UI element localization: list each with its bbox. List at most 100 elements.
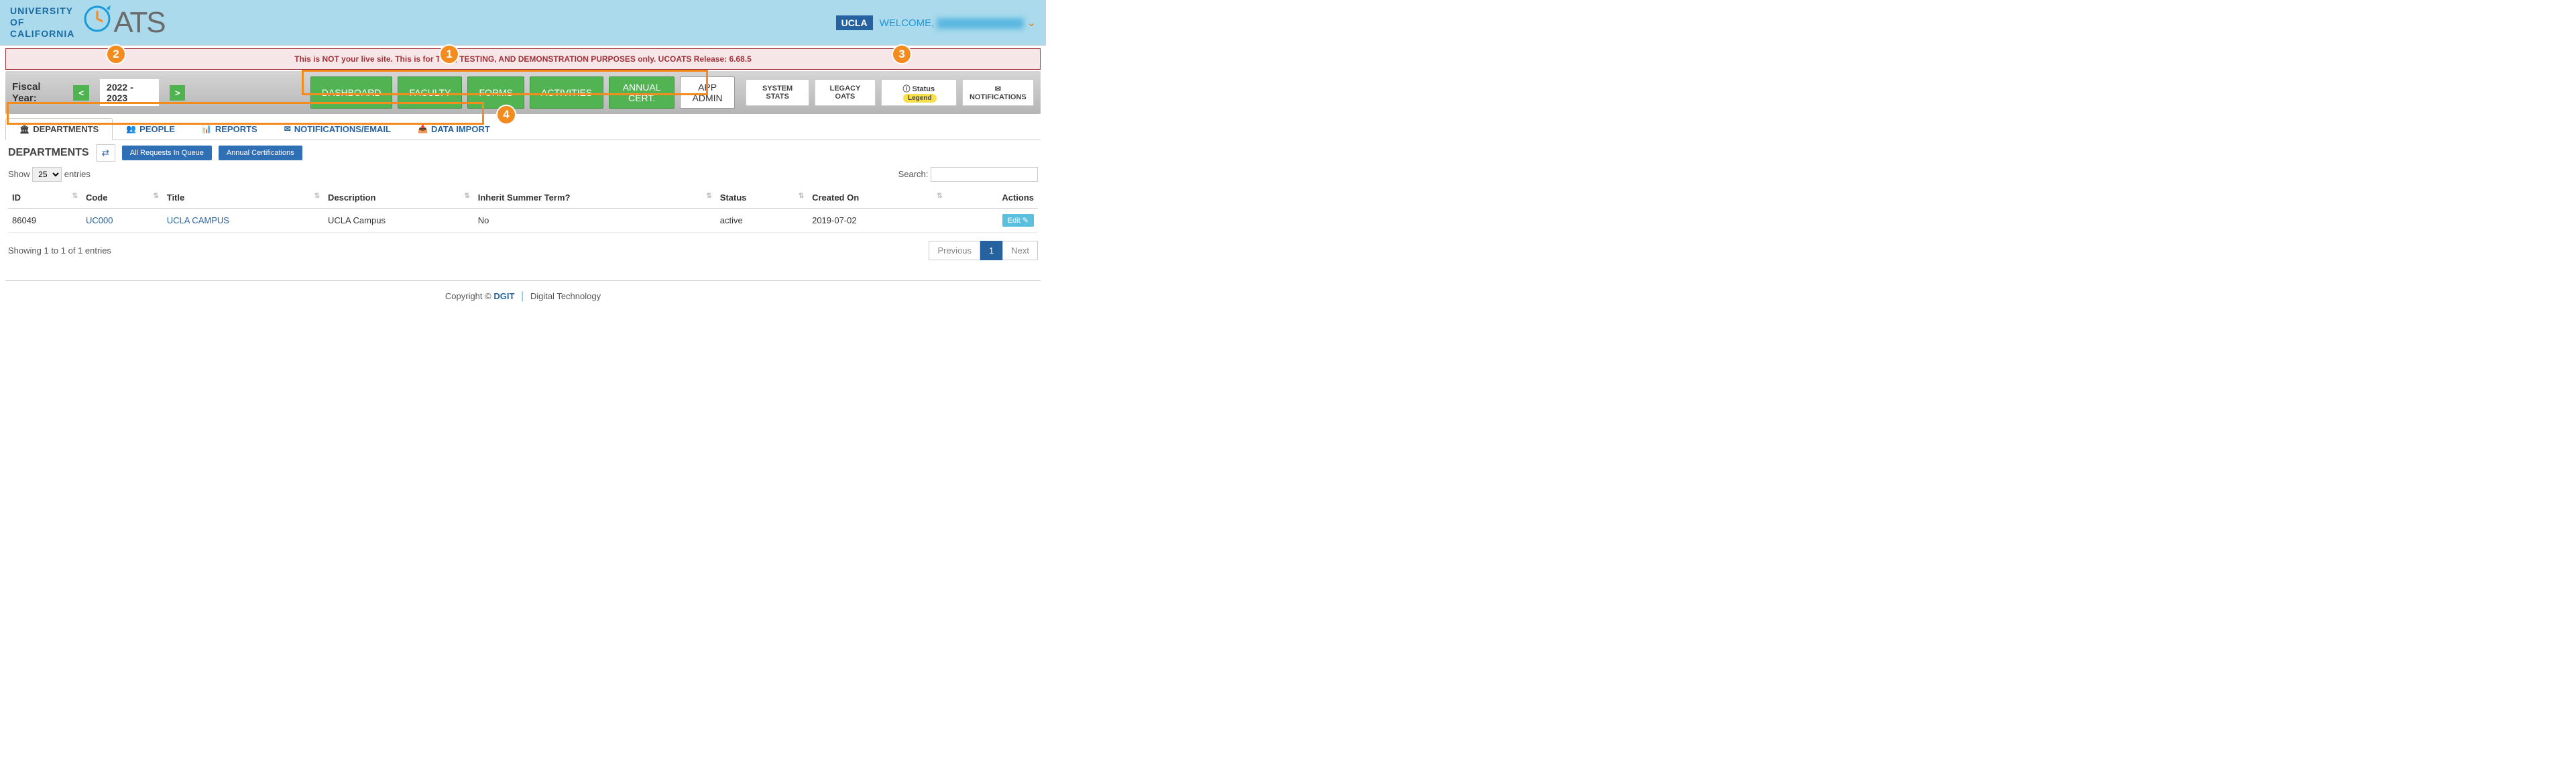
- next-page[interactable]: Next: [1002, 241, 1038, 260]
- sort-icon: ⇅: [937, 193, 942, 200]
- cell-description: UCLA Campus: [324, 209, 474, 233]
- dgit-link[interactable]: DGIT: [493, 291, 514, 301]
- col-inherit[interactable]: Inherit Summer Term?⇅: [474, 187, 716, 209]
- footer: Copyright © DGIT | Digital Technology: [5, 280, 1041, 312]
- sub-tabs: 🏛 DEPARTMENTS 👥 PEOPLE 📊 REPORTS ✉ NOTIF…: [5, 118, 1041, 140]
- pagination: Previous 1 Next: [929, 241, 1038, 260]
- notifications-label: NOTIFICATIONS: [970, 93, 1027, 101]
- entries-label: entries: [64, 169, 91, 179]
- fiscal-year-label: Fiscal Year:: [12, 81, 62, 104]
- annual-cert-button[interactable]: Annual Certifications: [219, 146, 302, 160]
- filter-icon: ⇄: [102, 148, 109, 158]
- toolbar: Fiscal Year: < 2022 - 2023 > DASHBOARD F…: [5, 71, 1041, 114]
- table-controls: Show 25 entries Search:: [8, 167, 1038, 182]
- cell-created: 2019-07-02: [808, 209, 947, 233]
- cell-title-link[interactable]: UCLA CAMPUS: [167, 215, 229, 225]
- nav-annual-cert[interactable]: ANNUAL CERT.: [609, 76, 675, 109]
- tab-departments-label: DEPARTMENTS: [33, 124, 99, 134]
- sort-icon: ⇅: [706, 193, 711, 200]
- uc-line2: OF: [10, 17, 74, 28]
- prev-page[interactable]: Previous: [929, 241, 980, 260]
- callout-1: 1: [439, 44, 459, 64]
- chevron-down-icon[interactable]: ⌄: [1027, 17, 1036, 29]
- edit-button[interactable]: Edit ✎: [1002, 214, 1034, 227]
- dept-title: DEPARTMENTS: [8, 147, 89, 159]
- callout-4: 4: [496, 105, 516, 125]
- nav-forms[interactable]: FORMS: [467, 76, 524, 109]
- col-id[interactable]: ID⇅: [8, 187, 82, 209]
- right-buttons: SYSTEM STATS LEGACY OATS ⓘ Status Legend…: [746, 79, 1034, 106]
- oats-logo: ATS: [81, 3, 164, 42]
- nav-faculty[interactable]: FACULTY: [398, 76, 462, 109]
- col-created[interactable]: Created On⇅: [808, 187, 947, 209]
- cell-inherit: No: [474, 209, 716, 233]
- departments-table: ID⇅ Code⇅ Title⇅ Description⇅ Inherit Su…: [8, 187, 1038, 233]
- fy-prev-button[interactable]: <: [73, 85, 89, 101]
- show-label: Show: [8, 169, 30, 179]
- tab-people[interactable]: 👥 PEOPLE: [113, 118, 188, 140]
- status-label: Status: [913, 85, 935, 93]
- tab-data-import[interactable]: 📥 DATA IMPORT: [404, 118, 504, 140]
- col-description[interactable]: Description⇅: [324, 187, 474, 209]
- cell-status: active: [716, 209, 808, 233]
- filter-button[interactable]: ⇄: [96, 144, 115, 162]
- mail-icon: ✉: [995, 85, 1001, 93]
- welcome-label: WELCOME,: [880, 17, 935, 29]
- table-row: 86049 UC000 UCLA CAMPUS UCLA Campus No a…: [8, 209, 1038, 233]
- chart-icon: 📊: [202, 124, 212, 133]
- digital-tech-label: Digital Technology: [530, 291, 601, 301]
- tab-departments[interactable]: 🏛 DEPARTMENTS: [5, 118, 113, 140]
- building-icon: 🏛: [19, 125, 30, 134]
- oats-text: ATS: [113, 6, 164, 40]
- uc-line3: CALIFORNIA: [10, 28, 74, 40]
- dept-header: DEPARTMENTS ⇄ All Requests In Queue Annu…: [8, 144, 1038, 162]
- entries-control: Show 25 entries: [8, 167, 91, 182]
- mail-icon: ✉: [284, 124, 291, 133]
- status-button[interactable]: ⓘ Status Legend: [881, 79, 957, 106]
- col-code[interactable]: Code⇅: [82, 187, 163, 209]
- tab-reports-label: REPORTS: [215, 124, 257, 134]
- cell-code-link[interactable]: UC000: [86, 215, 113, 225]
- table-footer: Showing 1 to 1 of 1 entries Previous 1 N…: [8, 241, 1038, 260]
- sort-icon: ⇅: [464, 193, 469, 200]
- legacy-oats-button[interactable]: LEGACY OATS: [815, 79, 876, 106]
- separator: |: [521, 290, 524, 302]
- col-title[interactable]: Title⇅: [163, 187, 324, 209]
- search-input[interactable]: [931, 167, 1038, 182]
- uc-line1: UNIVERSITY: [10, 5, 74, 17]
- warning-banner: This is NOT your live site. This is for …: [5, 48, 1041, 70]
- search-label: Search:: [898, 169, 929, 179]
- fiscal-year-value: 2022 - 2023: [100, 79, 159, 106]
- all-requests-button[interactable]: All Requests In Queue: [122, 146, 212, 160]
- table-info: Showing 1 to 1 of 1 entries: [8, 245, 111, 256]
- tab-data-import-label: DATA IMPORT: [431, 124, 490, 134]
- col-actions: Actions: [947, 187, 1038, 209]
- uc-logo-text: UNIVERSITY OF CALIFORNIA: [10, 5, 74, 39]
- fy-next-button[interactable]: >: [170, 85, 186, 101]
- clock-icon: [81, 3, 113, 42]
- nav-dashboard[interactable]: DASHBOARD: [310, 76, 393, 109]
- sort-icon: ⇅: [314, 193, 320, 200]
- tab-notifications-email[interactable]: ✉ NOTIFICATIONS/EMAIL: [271, 118, 404, 140]
- username-blurred: [937, 18, 1024, 29]
- callout-2: 2: [106, 44, 126, 64]
- system-stats-button[interactable]: SYSTEM STATS: [746, 79, 809, 106]
- tab-notifications-label: NOTIFICATIONS/EMAIL: [294, 124, 391, 134]
- header-bar: UNIVERSITY OF CALIFORNIA ATS UCLA WELCOM…: [0, 0, 1046, 46]
- nav-activities[interactable]: ACTIVITIES: [530, 76, 603, 109]
- callout-3: 3: [892, 44, 912, 64]
- search-control: Search:: [898, 167, 1038, 182]
- cell-id: 86049: [8, 209, 82, 233]
- col-status[interactable]: Status⇅: [716, 187, 808, 209]
- entries-select[interactable]: 25: [32, 167, 62, 182]
- nav-app-admin[interactable]: APP ADMIN: [680, 76, 735, 109]
- welcome-area: UCLA WELCOME, ⌄: [836, 15, 1036, 30]
- sort-icon: ⇅: [799, 193, 804, 200]
- ucla-badge: UCLA: [836, 15, 873, 30]
- notifications-button[interactable]: ✉ NOTIFICATIONS: [962, 79, 1034, 106]
- welcome-text[interactable]: WELCOME, ⌄: [880, 16, 1036, 30]
- legend-pill: Legend: [903, 94, 937, 103]
- page-1[interactable]: 1: [980, 241, 1002, 260]
- import-icon: 📥: [418, 124, 428, 133]
- tab-reports[interactable]: 📊 REPORTS: [188, 118, 271, 140]
